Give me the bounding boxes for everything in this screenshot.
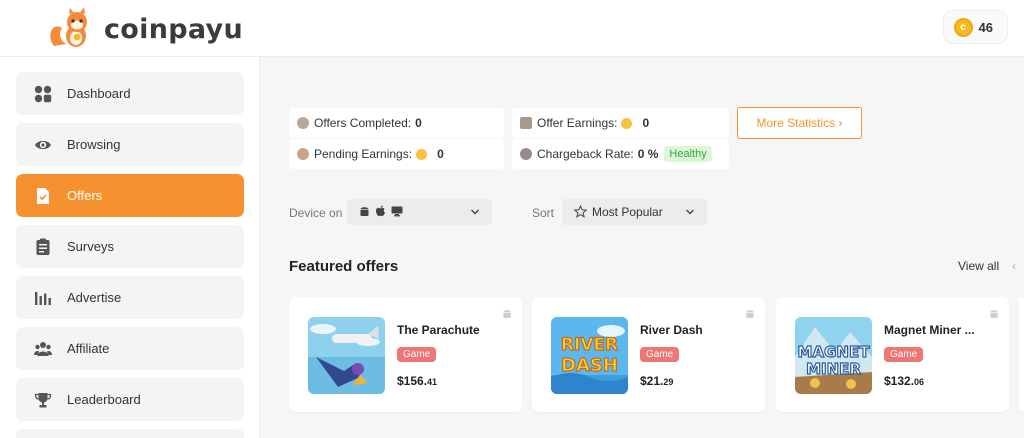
top-header: coinpayu c 46 bbox=[0, 0, 1024, 57]
sidebar-item-leaderboard[interactable]: Leaderboard bbox=[16, 378, 244, 421]
offer-thumbnail: MAGNET MINER bbox=[795, 317, 872, 394]
svg-text:RIVER: RIVER bbox=[561, 335, 618, 355]
offer-title: The Parachute bbox=[397, 323, 480, 337]
svg-text:MAGNET: MAGNET bbox=[798, 343, 871, 361]
svg-text:MINER: MINER bbox=[806, 360, 861, 378]
stat-offer-earnings: Offer Earnings: 0 bbox=[512, 108, 729, 138]
offer-card-the-parachute[interactable]: The Parachute Game $156.41 bbox=[289, 297, 522, 412]
sidebar: Dashboard Browsing Offers Surveys Advert… bbox=[0, 57, 260, 438]
android-icon bbox=[745, 306, 755, 324]
coin-icon: c bbox=[953, 17, 973, 37]
chevron-left-icon[interactable]: ‹ bbox=[1012, 259, 1016, 273]
stat-chargeback-rate: Chargeback Rate: 0 % Healthy bbox=[512, 139, 729, 169]
chevron-down-icon bbox=[470, 206, 480, 220]
brand-name: coinpayu bbox=[104, 13, 243, 45]
chargeback-rate-value: 0 % bbox=[637, 147, 659, 161]
sidebar-item-label: Advertise bbox=[67, 290, 122, 305]
sidebar-item-dashboard[interactable]: Dashboard bbox=[16, 72, 244, 115]
offer-thumbnail: RIVER DASH bbox=[551, 317, 628, 394]
svg-text:DASH: DASH bbox=[561, 355, 618, 376]
desktop-icon bbox=[391, 205, 403, 220]
offers-icon bbox=[34, 187, 52, 205]
sidebar-item-label: Offers bbox=[67, 188, 103, 203]
sidebar-item-surveys[interactable]: Surveys bbox=[16, 225, 244, 268]
star-icon bbox=[573, 204, 588, 221]
coin-count: 46 bbox=[978, 19, 993, 35]
offer-thumbnail bbox=[308, 317, 385, 394]
bar-chart-icon bbox=[34, 289, 52, 307]
view-all-link[interactable]: View all bbox=[958, 259, 999, 273]
minus-circle-icon bbox=[520, 148, 532, 160]
sort-select[interactable]: Most Popular bbox=[562, 199, 707, 225]
coins-stack-icon bbox=[520, 117, 532, 129]
sidebar-item-browsing[interactable]: Browsing bbox=[16, 123, 244, 166]
logo[interactable]: coinpayu bbox=[48, 6, 243, 50]
offer-category-badge: Game bbox=[397, 347, 437, 362]
offer-title: River Dash bbox=[640, 323, 703, 337]
android-icon bbox=[502, 306, 512, 324]
offer-card-magnet-miner[interactable]: MAGNET MINER Magnet Miner ... Game $132.… bbox=[776, 297, 1009, 412]
offers-completed-value: 0 bbox=[415, 116, 422, 130]
stat-pending-earnings: Pending Earnings: 0 bbox=[289, 139, 504, 169]
stat-offers-completed: Offers Completed: 0 bbox=[289, 108, 504, 138]
sidebar-item-label: Dashboard bbox=[67, 86, 131, 101]
sidebar-item-label: Leaderboard bbox=[67, 392, 141, 407]
coin-icon bbox=[416, 148, 428, 160]
pending-earnings-value: 0 bbox=[437, 147, 444, 161]
more-statistics-button[interactable]: More Statistics › bbox=[737, 107, 862, 139]
android-icon bbox=[989, 306, 999, 324]
survey-icon bbox=[34, 238, 52, 256]
health-badge: Healthy bbox=[664, 146, 712, 162]
offer-title: Magnet Miner ... bbox=[884, 323, 975, 337]
sidebar-item-affiliate[interactable]: Affiliate bbox=[16, 327, 244, 370]
sidebar-item-offers[interactable]: Offers bbox=[16, 174, 244, 217]
coin-balance[interactable]: c 46 bbox=[942, 10, 1008, 44]
offer-earnings-value: 0 bbox=[642, 116, 650, 130]
sort-value: Most Popular bbox=[592, 205, 663, 219]
squirrel-logo-icon bbox=[48, 6, 96, 50]
offer-card-river-dash[interactable]: RIVER DASH River Dash Game $21.29 bbox=[532, 297, 765, 412]
dashboard-icon bbox=[34, 85, 52, 103]
sidebar-item-label: Affiliate bbox=[67, 341, 110, 356]
trophy-icon bbox=[34, 391, 52, 409]
sort-label: Sort bbox=[532, 206, 555, 220]
sidebar-item-label: Surveys bbox=[67, 239, 114, 254]
offer-category-badge: Game bbox=[884, 347, 924, 362]
apple-icon bbox=[375, 205, 386, 220]
hourglass-icon bbox=[297, 148, 309, 160]
offer-price: $156.41 bbox=[397, 374, 438, 388]
eye-icon bbox=[34, 136, 52, 154]
featured-offers-title: Featured offers bbox=[289, 258, 399, 275]
offer-price: $132.06 bbox=[884, 374, 925, 388]
group-icon bbox=[34, 340, 52, 358]
device-label: Device on bbox=[289, 206, 343, 220]
offer-price: $21.29 bbox=[640, 374, 674, 388]
android-icon bbox=[359, 205, 370, 220]
device-select[interactable] bbox=[347, 199, 492, 225]
offer-card-next[interactable] bbox=[1019, 297, 1024, 412]
sidebar-item-advertise[interactable]: Advertise bbox=[16, 276, 244, 319]
chevron-down-icon bbox=[685, 206, 695, 220]
sidebar-item-label: Browsing bbox=[67, 137, 121, 152]
pie-chart-icon bbox=[297, 117, 309, 129]
offer-category-badge: Game bbox=[640, 347, 680, 362]
coin-icon bbox=[621, 117, 633, 129]
sidebar-item-more[interactable] bbox=[16, 429, 244, 438]
